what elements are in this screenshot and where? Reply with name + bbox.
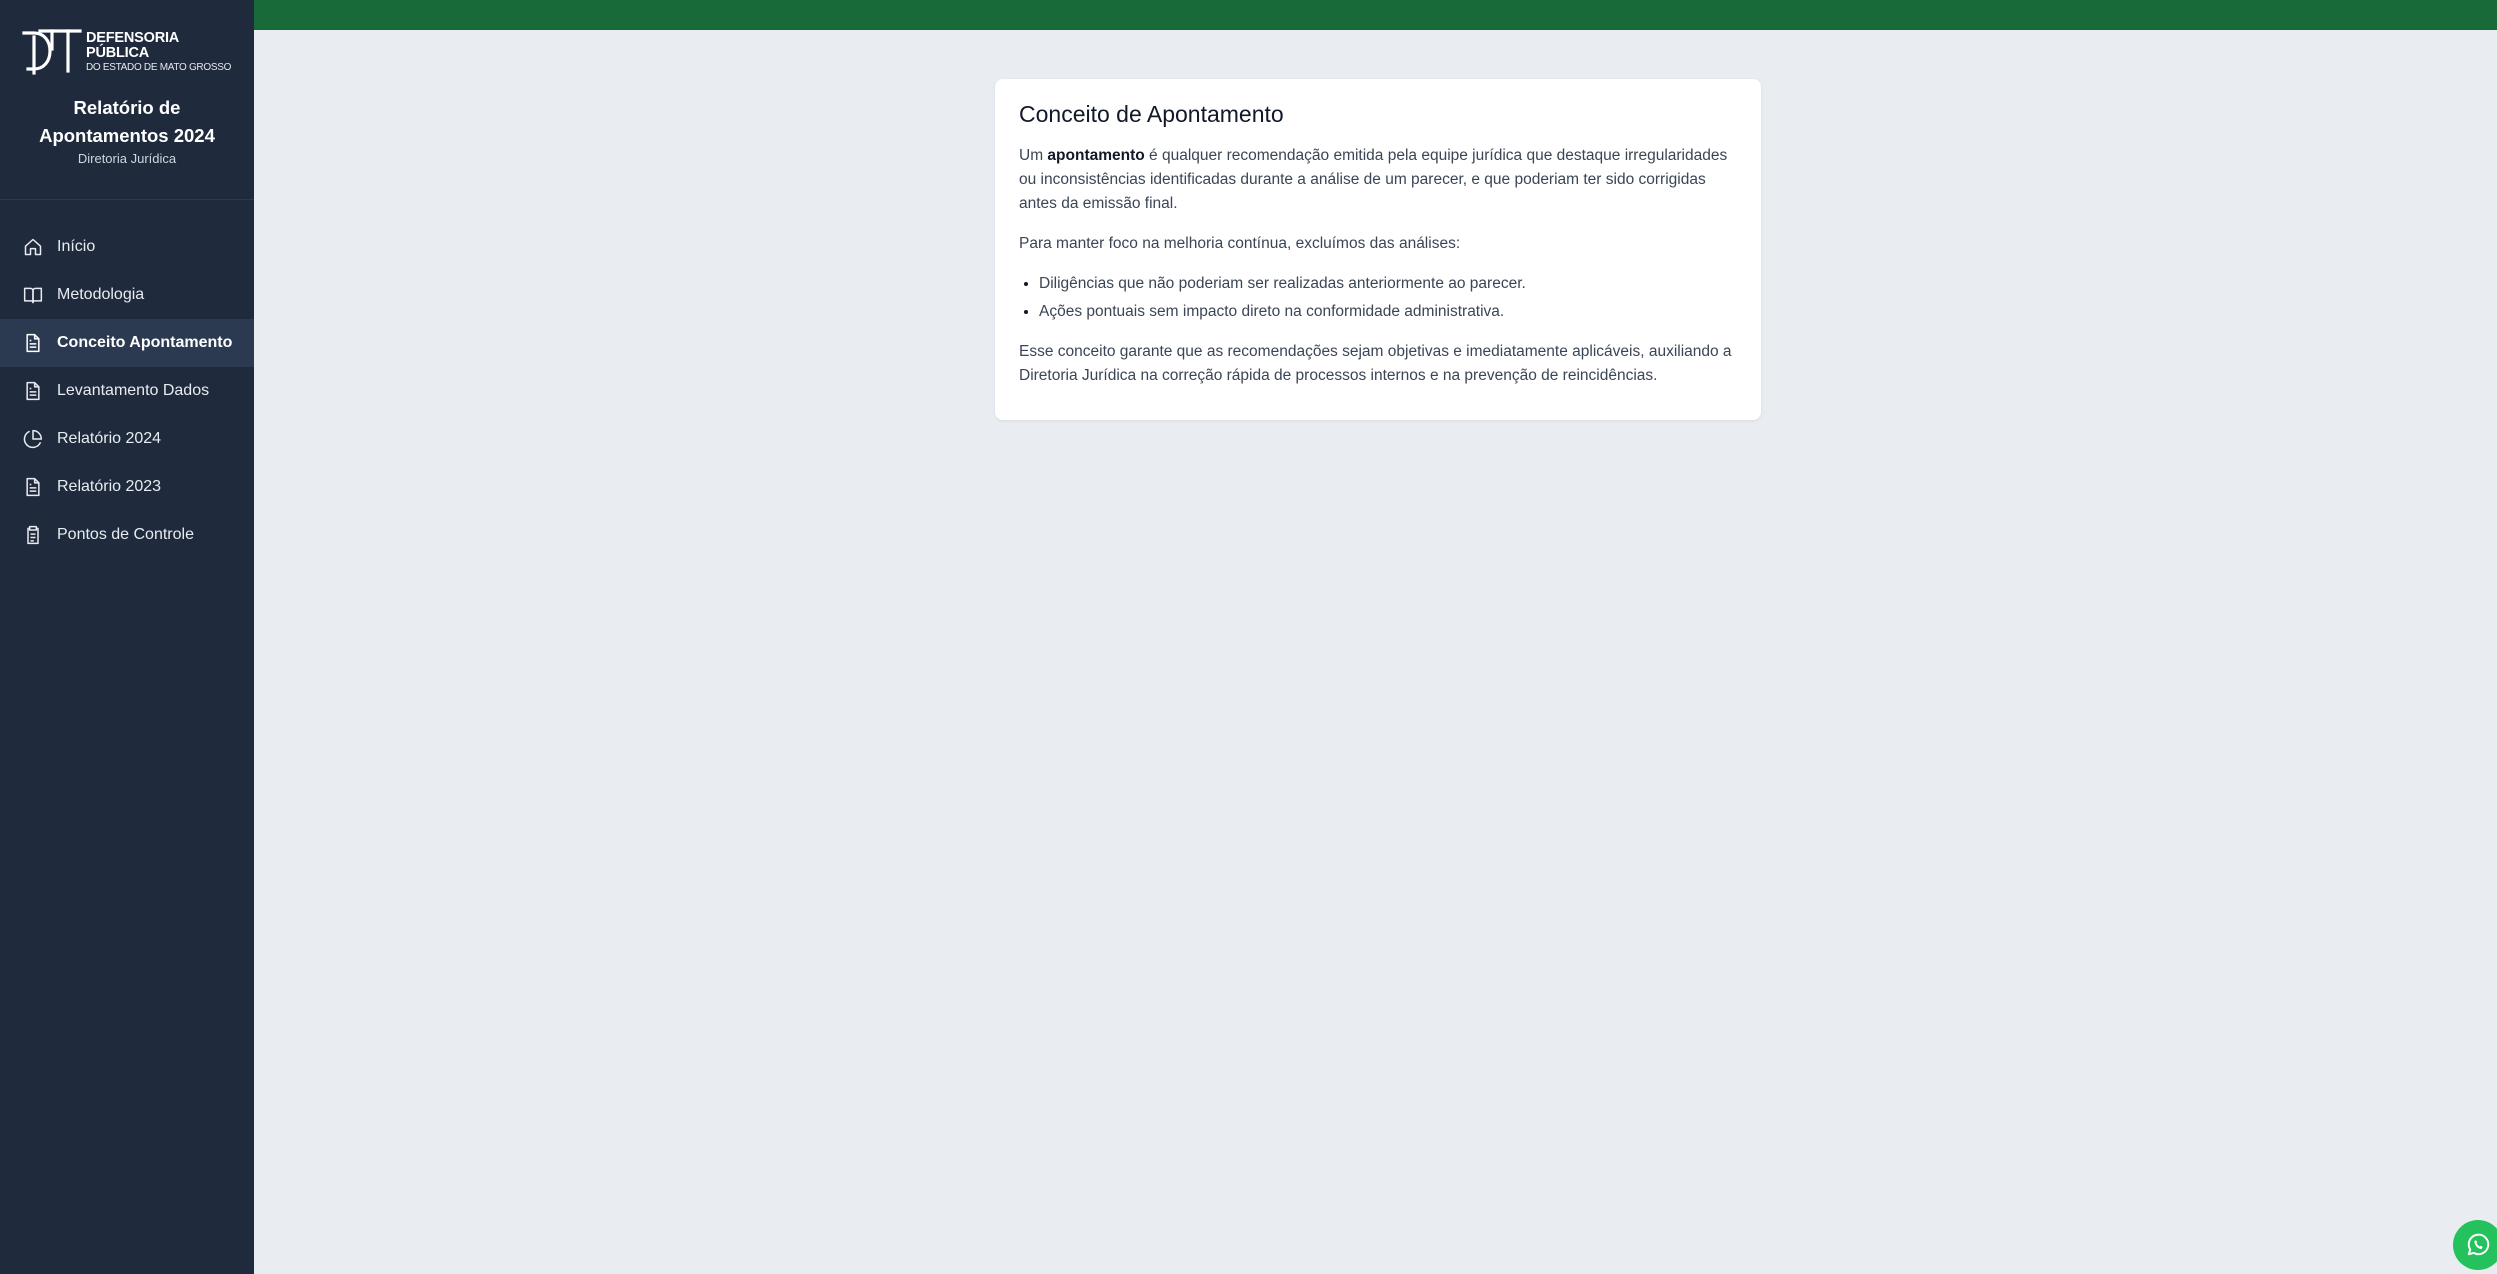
definition-paragraph: Um apontamento é qualquer recomendação e…	[1019, 144, 1737, 216]
file-text-icon	[23, 381, 43, 401]
sidebar-item-label: Metodologia	[57, 286, 145, 303]
dp-logo-icon	[22, 29, 82, 75]
sidebar-item-relatorio-2024[interactable]: Relatório 2024	[0, 415, 254, 463]
definition-term: apontamento	[1047, 147, 1145, 164]
pie-chart-icon	[23, 429, 43, 449]
sidebar-item-label: Início	[57, 238, 96, 255]
logo-line1: DEFENSORIA PÚBLICA	[86, 30, 179, 61]
book-open-icon	[23, 285, 43, 305]
sidebar-item-label: Levantamento Dados	[57, 382, 210, 399]
logo-text: DEFENSORIA PÚBLICA DO ESTADO DE MATO GRO…	[86, 31, 232, 73]
sidebar-item-conceito-apontamento[interactable]: Conceito Apontamento	[0, 319, 254, 367]
concept-card: Conceito de Apontamento Um apontamento é…	[995, 79, 1761, 420]
clipboard-icon	[23, 525, 43, 545]
sidebar-item-label: Conceito Apontamento	[57, 334, 233, 351]
sidebar-item-inicio[interactable]: Início	[0, 223, 254, 271]
sidebar-item-label: Relatório 2023	[57, 478, 162, 495]
logo-line2: DO ESTADO DE MATO GROSSO	[86, 62, 232, 73]
home-icon	[23, 237, 43, 257]
app-subtitle: Diretoria Jurídica	[77, 151, 177, 166]
sidebar-item-relatorio-2023[interactable]: Relatório 2023	[0, 463, 254, 511]
conclusion-paragraph: Esse conceito garante que as recomendaçõ…	[1019, 343, 1732, 384]
sidebar-item-pontos-de-controle[interactable]: Pontos de Controle	[0, 511, 254, 559]
top-bar	[254, 0, 2497, 30]
file-text-icon	[23, 333, 43, 353]
sidebar-item-metodologia[interactable]: Metodologia	[0, 271, 254, 319]
file-text-icon	[23, 477, 43, 497]
exclusions-intro: Para manter foco na melhoria contínua, e…	[1019, 235, 1461, 252]
sidebar: DEFENSORIA PÚBLICA DO ESTADO DE MATO GRO…	[0, 0, 254, 1274]
page-title: Conceito de Apontamento	[1019, 101, 1284, 127]
list-item: Ações pontuais sem impacto direto na con…	[1039, 300, 1737, 324]
defensoria-logo[interactable]: DEFENSORIA PÚBLICA DO ESTADO DE MATO GRO…	[22, 27, 232, 77]
sidebar-nav: Início Metodologia Conceito Apontamento …	[0, 223, 254, 559]
whatsapp-button[interactable]	[2453, 1220, 2497, 1270]
exclusions-list: Diligências que não poderiam ser realiza…	[1039, 272, 1737, 324]
brand-header: DEFENSORIA PÚBLICA DO ESTADO DE MATO GRO…	[0, 0, 254, 200]
list-item: Diligências que não poderiam ser realiza…	[1039, 272, 1737, 296]
sidebar-item-levantamento-dados[interactable]: Levantamento Dados	[0, 367, 254, 415]
app-title: Relatório de Apontamentos 2024	[39, 97, 215, 146]
sidebar-item-label: Relatório 2024	[57, 430, 162, 447]
sidebar-item-label: Pontos de Controle	[57, 526, 194, 543]
whatsapp-icon	[2467, 1233, 2490, 1256]
definition-prefix: Um	[1019, 147, 1048, 164]
